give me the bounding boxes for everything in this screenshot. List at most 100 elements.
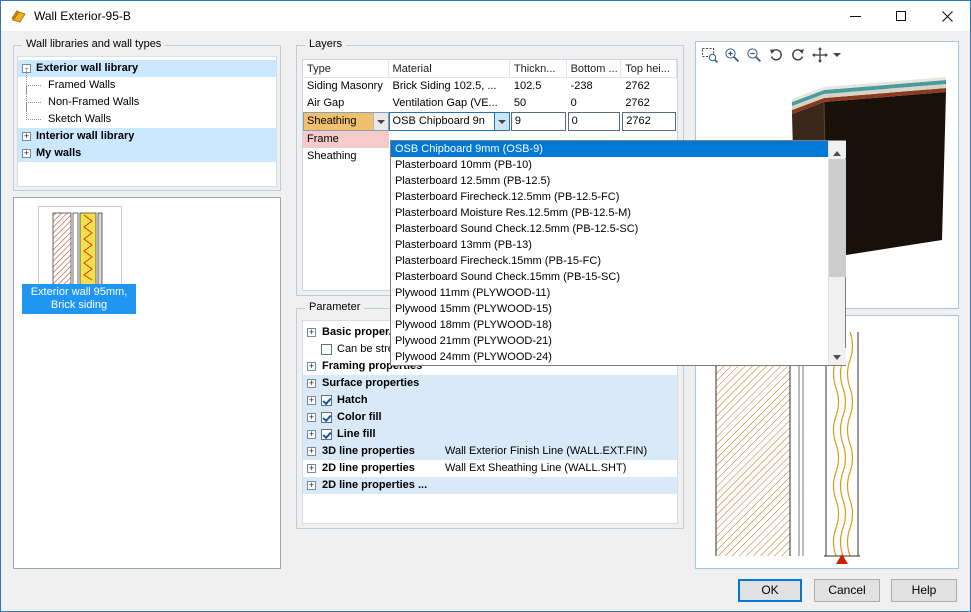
checkbox-checked[interactable] xyxy=(321,395,332,406)
checkbox-checked[interactable] xyxy=(321,412,332,423)
tree-item-non-framed-walls[interactable]: Non-Framed Walls xyxy=(18,94,276,111)
layer-type-value: Sheathing xyxy=(307,115,357,127)
chevron-down-icon[interactable] xyxy=(494,113,509,130)
zoom-in-icon[interactable] xyxy=(722,45,742,65)
expand-icon[interactable]: + xyxy=(22,149,31,158)
column-header-top[interactable]: Top hei... xyxy=(621,60,677,77)
minimize-icon xyxy=(850,16,861,17)
dropdown-item[interactable]: Plasterboard 10mm (PB-10) xyxy=(391,157,828,173)
table-row[interactable]: Siding Masonry Brick Siding 102.5, ... 1… xyxy=(303,78,677,95)
dropdown-item[interactable]: Plasterboard Moisture Res.12.5mm (PB-12.… xyxy=(391,205,828,221)
column-header-bottom[interactable]: Bottom ... xyxy=(567,60,622,77)
layers-group-label: Layers xyxy=(305,38,346,50)
expand-icon[interactable]: + xyxy=(307,328,316,337)
dropdown-item[interactable]: Plasterboard 13mm (PB-13) xyxy=(391,237,828,253)
cancel-button[interactable]: Cancel xyxy=(814,579,880,602)
param-label: Color fill xyxy=(337,409,382,426)
tree-item-exterior-wall-library[interactable]: - Exterior wall library xyxy=(18,60,276,77)
scroll-up-icon[interactable] xyxy=(829,141,846,158)
param-label: Hatch xyxy=(337,392,368,409)
selected-wall-type-caption[interactable]: Exterior wall 95mm, Brick siding xyxy=(22,284,136,314)
tree-item-label: Exterior wall library xyxy=(36,60,138,77)
layer-type-combobox[interactable]: Sheathing xyxy=(303,112,389,131)
column-header-material[interactable]: Material xyxy=(389,60,510,77)
maximize-button[interactable] xyxy=(878,1,924,31)
tree-item-label: Framed Walls xyxy=(48,77,115,94)
cell-material: Ventilation Gap (VE... xyxy=(389,95,510,112)
dropdown-item[interactable]: Plasterboard 12.5mm (PB-12.5) xyxy=(391,173,828,189)
dropdown-item[interactable]: Plasterboard Firecheck.15mm (PB-15-FC) xyxy=(391,253,828,269)
window-title: Wall Exterior-95-B xyxy=(34,9,131,23)
param-row-line-fill[interactable]: + Line fill xyxy=(303,426,677,443)
help-button[interactable]: Help xyxy=(891,579,957,602)
dropdown-item[interactable]: Plywood 21mm (PLYWOOD-21) xyxy=(391,333,828,349)
cell-type: Siding Masonry xyxy=(303,78,389,95)
tree-item-my-walls[interactable]: + My walls xyxy=(18,145,276,162)
zoom-window-icon[interactable] xyxy=(700,45,720,65)
dropdown-item[interactable]: Plywood 18mm (PLYWOOD-18) xyxy=(391,317,828,333)
top-height-input[interactable]: 2762 xyxy=(622,112,676,131)
expand-icon[interactable]: + xyxy=(307,447,316,456)
dropdown-item[interactable]: Plywood 11mm (PLYWOOD-11) xyxy=(391,285,828,301)
rotate-right-icon[interactable] xyxy=(788,45,808,65)
checkbox-unchecked[interactable] xyxy=(321,344,332,355)
thickness-input[interactable]: 9 xyxy=(511,112,566,131)
expand-icon[interactable]: + xyxy=(307,413,316,422)
dropdown-item[interactable]: Plasterboard Sound Check.12.5mm (PB-12.5… xyxy=(391,221,828,237)
titlebar[interactable]: Wall Exterior-95-B xyxy=(1,1,970,31)
table-row-editing[interactable]: Sheathing OSB Chipboard 9n 9 0 2762 xyxy=(303,112,677,131)
rotate-left-icon[interactable] xyxy=(766,45,786,65)
tree-item-sketch-walls[interactable]: Sketch Walls xyxy=(18,111,276,128)
param-row-color-fill[interactable]: + Color fill xyxy=(303,409,677,426)
param-label: Line fill xyxy=(337,426,376,443)
maximize-icon xyxy=(896,11,906,21)
toolbar-dropdown-chevron-icon[interactable] xyxy=(832,45,842,65)
preview-toolbar xyxy=(700,45,842,65)
pan-icon[interactable] xyxy=(810,45,830,65)
scroll-down-icon[interactable] xyxy=(829,348,846,365)
wall-libraries-groupbox: Wall libraries and wall types - Exterior… xyxy=(13,45,281,191)
dropdown-item[interactable]: OSB Chipboard 9mm (OSB-9) xyxy=(391,141,828,157)
close-button[interactable] xyxy=(924,1,970,31)
param-row-2d-line-properties[interactable]: + 2D line properties Wall Ext Sheathing … xyxy=(303,460,677,477)
cell-top: 2762 xyxy=(621,95,677,112)
ok-button[interactable]: OK xyxy=(738,579,802,602)
expand-icon[interactable]: + xyxy=(22,132,31,141)
tree-item-label: Interior wall library xyxy=(36,128,134,145)
minimize-button[interactable] xyxy=(832,1,878,31)
bottom-height-input[interactable]: 0 xyxy=(568,112,621,131)
param-row-3d-line-properties[interactable]: + 3D line properties Wall Exterior Finis… xyxy=(303,443,677,460)
wall-type-list-panel: Exterior wall 95mm, Brick siding xyxy=(13,197,281,569)
table-row[interactable]: Air Gap Ventilation Gap (VE... 50 0 2762 xyxy=(303,95,677,112)
dropdown-item[interactable]: Plasterboard Firecheck.12.5mm (PB-12.5-F… xyxy=(391,189,828,205)
expand-icon[interactable]: + xyxy=(307,481,316,490)
expand-icon[interactable]: + xyxy=(307,430,316,439)
column-header-thickness[interactable]: Thickn... xyxy=(510,60,567,77)
checkbox-checked[interactable] xyxy=(321,429,332,440)
scrollbar-thumb[interactable] xyxy=(829,159,846,277)
param-row-hatch[interactable]: + Hatch xyxy=(303,392,677,409)
param-row-surface-properties[interactable]: + Surface properties xyxy=(303,375,677,392)
layer-material-combobox[interactable]: OSB Chipboard 9n xyxy=(389,112,510,131)
dropdown-item[interactable]: Plasterboard Sound Check.15mm (PB-15-SC) xyxy=(391,269,828,285)
param-label: 2D line properties ... xyxy=(322,477,427,494)
wall-type-thumbnail[interactable] xyxy=(38,206,122,294)
chevron-down-icon[interactable] xyxy=(373,113,388,130)
expand-icon[interactable]: + xyxy=(307,379,316,388)
dropdown-item[interactable]: Plywood 24mm (PLYWOOD-24) xyxy=(391,349,828,365)
param-row-2d-line-properties-2[interactable]: + 2D line properties ... xyxy=(303,477,677,494)
tree-item-interior-wall-library[interactable]: + Interior wall library xyxy=(18,128,276,145)
param-label: 2D line properties xyxy=(322,460,415,477)
zoom-out-icon[interactable] xyxy=(744,45,764,65)
expand-icon[interactable]: + xyxy=(307,396,316,405)
column-header-type[interactable]: Type xyxy=(303,60,389,77)
wall-libraries-group-label: Wall libraries and wall types xyxy=(22,38,165,50)
expand-icon[interactable]: + xyxy=(307,362,316,371)
parameter-group-label: Parameter xyxy=(305,301,364,313)
dropdown-scrollbar[interactable] xyxy=(828,141,845,365)
expand-icon[interactable]: + xyxy=(307,464,316,473)
layers-table-header: Type Material Thickn... Bottom ... Top h… xyxy=(303,60,677,78)
dropdown-item[interactable]: Plywood 15mm (PLYWOOD-15) xyxy=(391,301,828,317)
param-label: Basic proper... xyxy=(322,324,398,341)
tree-item-framed-walls[interactable]: Framed Walls xyxy=(18,77,276,94)
